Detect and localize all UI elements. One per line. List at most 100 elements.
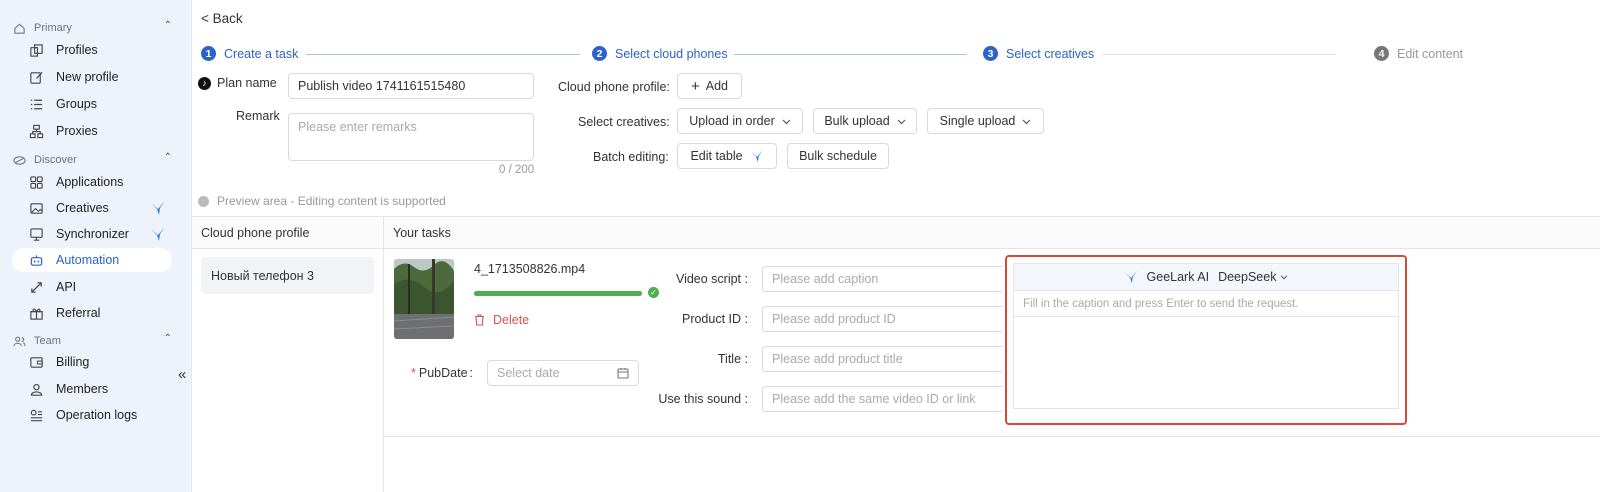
sidebar: Primary ⌃ Profiles New profile Groups Pr…: [0, 0, 192, 492]
remark-textarea[interactable]: Please enter remarks: [288, 113, 534, 161]
column-header-tasks: Your tasks: [393, 226, 451, 240]
preview-area-note: Preview area - Editing content is suppor…: [198, 194, 446, 208]
sidebar-item-members[interactable]: Members: [12, 377, 172, 401]
sidebar-item-new-profile[interactable]: New profile: [12, 65, 172, 89]
video-script-input[interactable]: Please add caption: [762, 266, 1002, 292]
sidebar-item-referral[interactable]: Referral: [12, 301, 172, 325]
geelark-ai-icon: [150, 200, 166, 219]
sidebar-item-operation-logs[interactable]: Operation logs: [12, 403, 172, 427]
bulk-schedule-button[interactable]: Bulk schedule: [787, 143, 889, 169]
pubdate-picker[interactable]: Select date: [487, 360, 639, 386]
step-number: 1: [201, 46, 216, 61]
chevron-down-icon: [1280, 274, 1288, 280]
sidebar-item-creatives[interactable]: Creatives: [12, 196, 172, 220]
select-creatives-label: Select creatives:: [578, 115, 670, 129]
sidebar-item-label: Billing: [56, 355, 90, 369]
cloud-phone-item[interactable]: Новый телефон 3: [201, 257, 374, 294]
delete-button[interactable]: Delete: [474, 313, 529, 327]
sidebar-item-label: New profile: [56, 70, 119, 84]
step-select-cloud-phones: 2 Select cloud phones: [592, 46, 728, 61]
ai-model-select[interactable]: DeepSeek: [1218, 270, 1288, 284]
chevron-up-icon[interactable]: ⌃: [164, 20, 172, 31]
dropdown-label: Single upload: [939, 114, 1016, 128]
ai-panel-inner: GeeLark AI DeepSeek Fill in the caption …: [1013, 263, 1399, 409]
title-label: Title :: [717, 352, 748, 366]
sidebar-item-groups[interactable]: Groups: [12, 92, 172, 116]
single-upload-dropdown[interactable]: Single upload: [927, 108, 1044, 134]
product-id-label: Product ID :: [681, 312, 748, 326]
sound-label-text: Use this sound: [658, 392, 742, 406]
video-thumbnail[interactable]: [394, 259, 454, 339]
step-connector: [1102, 54, 1336, 55]
sidebar-item-automation[interactable]: Automation: [12, 248, 172, 272]
step-number: 2: [592, 46, 607, 61]
preview-text: Preview area - Editing content is suppor…: [217, 194, 446, 208]
ai-panel-header: GeeLark AI DeepSeek: [1014, 264, 1398, 291]
sidebar-item-label: Groups: [56, 97, 97, 111]
sound-input[interactable]: Please add the same video ID or link: [762, 386, 1002, 412]
video-script-label: Video script :: [675, 272, 748, 286]
sidebar-item-proxies[interactable]: Proxies: [12, 119, 172, 143]
upload-progress-fill: [474, 291, 642, 296]
title-input[interactable]: Please add product title: [762, 346, 1002, 372]
column-divider: [383, 216, 384, 492]
plan-name-label-row: ♪ Plan name: [198, 76, 277, 90]
step-number: 3: [983, 46, 998, 61]
ai-caption-panel: GeeLark AI DeepSeek Fill in the caption …: [1005, 255, 1407, 425]
step-label: Create a task: [224, 46, 299, 61]
trash-icon: [474, 314, 485, 326]
sidebar-item-profiles[interactable]: Profiles: [12, 38, 172, 62]
sidebar-item-api[interactable]: API: [12, 275, 172, 299]
upload-in-order-dropdown[interactable]: Upload in order: [677, 108, 803, 134]
video-script-label-text: Video script: [675, 272, 742, 286]
chevron-up-icon[interactable]: ⌃: [164, 333, 172, 344]
section-discover[interactable]: Discover ⌃: [12, 152, 172, 167]
section-team[interactable]: Team ⌃: [12, 333, 172, 348]
video-file-name: 4_1713508826.mp4: [474, 262, 586, 276]
sidebar-item-label: Creatives: [56, 201, 109, 215]
bulk-upload-dropdown[interactable]: Bulk upload: [813, 108, 917, 134]
batch-editing-label: Batch editing:: [593, 150, 669, 164]
image-icon: [28, 200, 44, 216]
chevron-up-icon[interactable]: ⌃: [164, 152, 172, 163]
dropdown-label: Bulk upload: [824, 114, 890, 128]
step-edit-content: 4 Edit content: [1374, 46, 1463, 61]
step-label: Select creatives: [1006, 46, 1095, 61]
sidebar-item-label: API: [56, 280, 77, 294]
delete-label: Delete: [493, 313, 530, 327]
sidebar-item-synchronizer[interactable]: Synchronizer: [12, 222, 172, 246]
ai-response-area[interactable]: [1014, 317, 1398, 408]
sound-label: Use this sound :: [658, 392, 748, 406]
video-script-placeholder: Please add caption: [772, 272, 879, 286]
remark-label: Remark: [236, 109, 280, 123]
product-id-input[interactable]: Please add product ID: [762, 306, 1002, 332]
gift-icon: [28, 305, 44, 321]
title-label-text: Title: [717, 352, 742, 366]
ai-brand-label: GeeLark AI: [1146, 270, 1210, 284]
collapse-sidebar-button[interactable]: «: [178, 366, 186, 383]
back-link[interactable]: < Back: [201, 11, 243, 26]
sidebar-item-applications[interactable]: Applications: [12, 170, 172, 194]
pubdate-label: * PubDate :: [411, 366, 473, 380]
edit-icon: [28, 69, 44, 85]
step-label: Select cloud phones: [615, 46, 728, 61]
sidebar-item-label: Profiles: [56, 43, 98, 57]
edit-table-button[interactable]: Edit table: [677, 143, 777, 169]
plan-name-input[interactable]: Publish video 1741161515480: [288, 73, 534, 99]
step-number: 4: [1374, 46, 1389, 61]
title-placeholder: Please add product title: [772, 352, 903, 366]
info-dot-icon: [198, 195, 209, 207]
ai-prompt-hint: Fill in the caption and press Enter to s…: [1014, 291, 1398, 317]
geelark-ai-icon: [1124, 270, 1138, 284]
sidebar-item-label: Operation logs: [56, 408, 138, 422]
sidebar-item-billing[interactable]: Billing: [12, 350, 172, 374]
add-button[interactable]: + Add: [677, 73, 742, 99]
section-primary[interactable]: Primary ⌃: [12, 20, 172, 35]
home-icon: [12, 21, 26, 35]
plus-icon: +: [690, 77, 700, 95]
step-label: Edit content: [1397, 46, 1464, 61]
sound-placeholder: Please add the same video ID or link: [772, 392, 976, 406]
row-divider: [384, 436, 1600, 437]
calendar-icon: [617, 367, 629, 379]
column-header-profile: Cloud phone profile: [201, 226, 310, 240]
